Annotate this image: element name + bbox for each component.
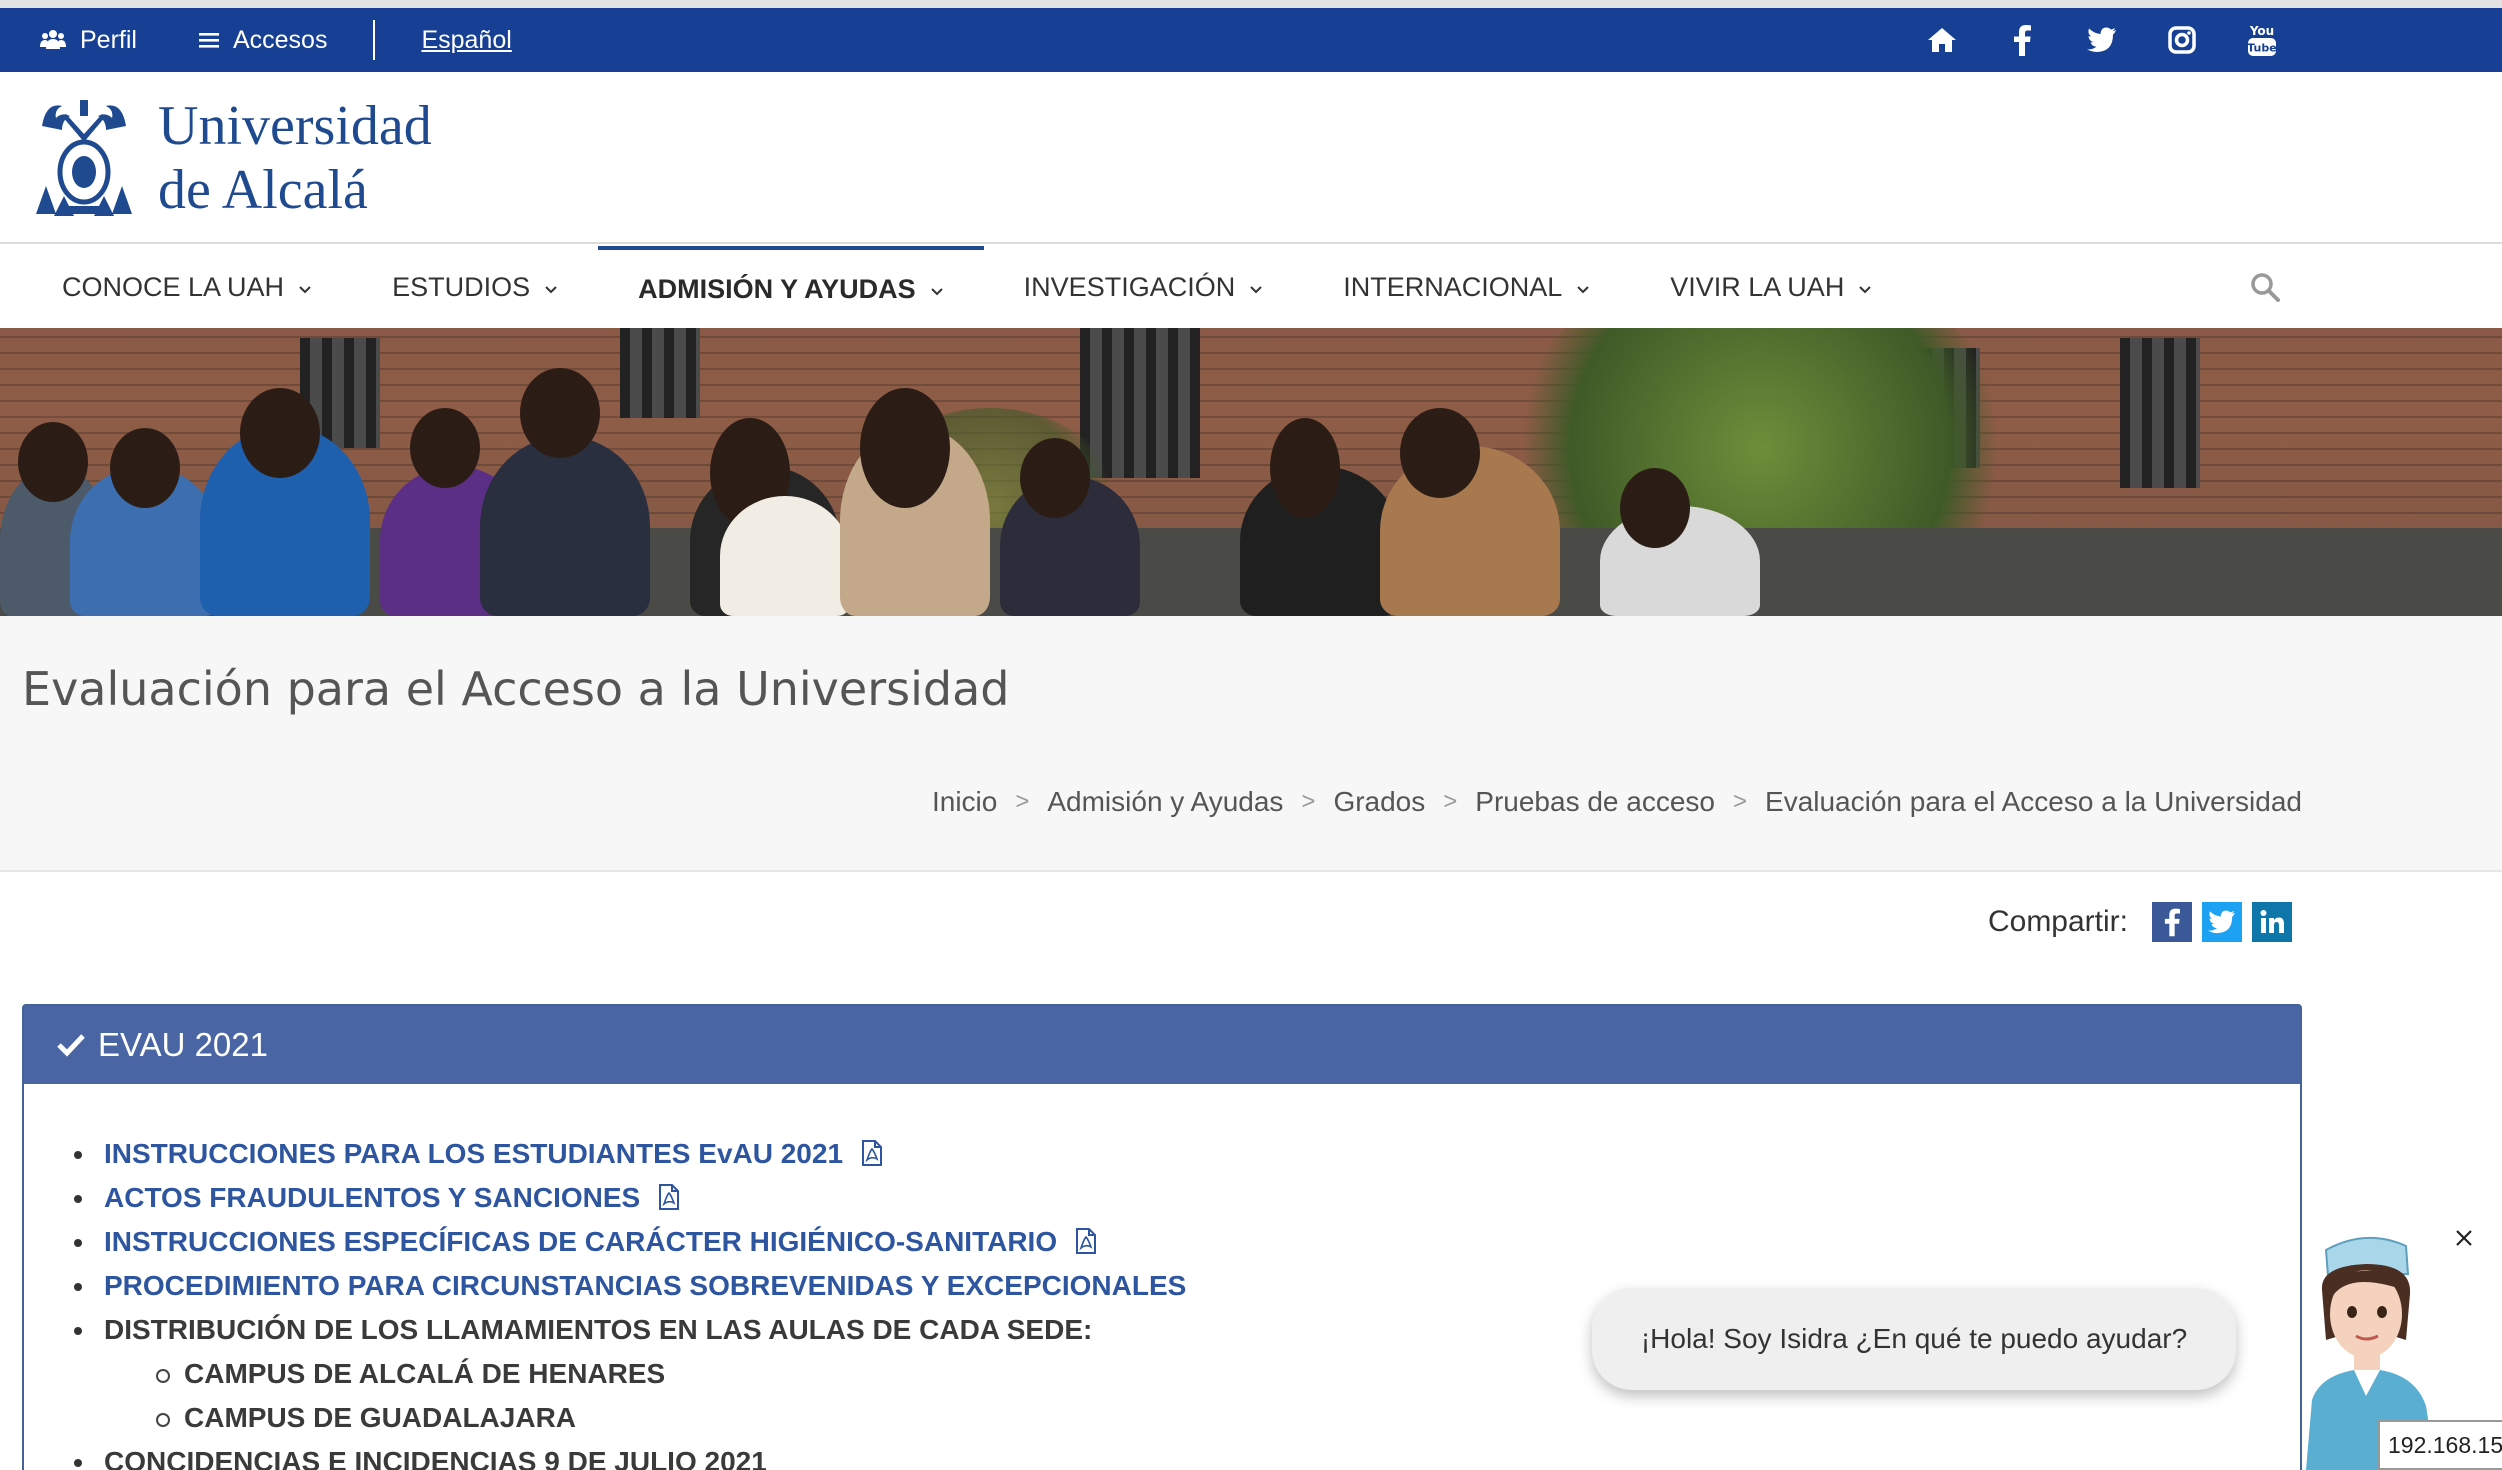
profile-label: Perfil — [80, 25, 137, 54]
nav-item-admision[interactable]: ADMISIÓN Y AYUDAS — [598, 246, 984, 328]
link-label: PROCEDIMIENTO PARA CIRCUNSTANCIAS SOBREV… — [104, 1270, 1187, 1301]
link-label: ACTOS FRAUDULENTOS Y SANCIONES — [104, 1182, 641, 1213]
browser-top-edge — [0, 0, 2502, 8]
nav-item-internacional[interactable]: INTERNACIONAL — [1303, 246, 1630, 328]
breadcrumb: Inicio > Admisión y Ayudas > Grados > Pr… — [932, 786, 2302, 818]
instagram-icon[interactable] — [2142, 8, 2222, 72]
close-icon — [2456, 1230, 2472, 1246]
profile-link[interactable]: Perfil — [40, 26, 137, 55]
access-menu[interactable]: Accesos — [198, 25, 328, 55]
nav-label: CONOCE LA UAH — [62, 271, 285, 302]
svg-text:You: You — [2249, 24, 2274, 38]
breadcrumb-separator: > — [1443, 788, 1458, 815]
top-utility-bar: Perfil Accesos Español You Tube — [0, 8, 2502, 72]
breadcrumb-item-grados[interactable]: Grados — [1333, 786, 1425, 818]
nav-item-estudios[interactable]: ESTUDIOS — [352, 246, 598, 328]
main-navigation: CONOCE LA UAH ESTUDIOS ADMISIÓN Y AYUDAS… — [0, 246, 2502, 328]
link-label: INSTRUCCIONES ESPECÍFICAS DE CARÁCTER HI… — [104, 1226, 1058, 1257]
nav-label: ADMISIÓN Y AYUDAS — [638, 273, 916, 304]
hero-banner-image — [0, 328, 2502, 616]
site-header: Universidad de Alcalá — [0, 72, 2502, 244]
nav-label: VIVIR LA UAH — [1670, 271, 1845, 302]
nav-label: ESTUDIOS — [392, 271, 531, 302]
pdf-icon — [861, 1139, 882, 1166]
twitter-icon[interactable] — [2062, 8, 2142, 72]
list-label: DISTRIBUCIÓN DE LOS LLAMAMIENTOS EN LAS … — [104, 1314, 1093, 1345]
twitter-icon — [2208, 910, 2235, 934]
page-title-section: Evaluación para el Acceso a la Universid… — [0, 616, 2502, 872]
link-label: INSTRUCCIONES PARA LOS ESTUDIANTES EvAU … — [104, 1138, 844, 1169]
pdf-icon — [1075, 1227, 1096, 1254]
chevron-down-icon — [930, 288, 943, 296]
page-title: Evaluación para el Acceso a la Universid… — [22, 662, 1010, 716]
chevron-down-icon — [545, 286, 557, 294]
share-bar: Compartir: — [1988, 902, 2292, 942]
list-item[interactable]: ACTOS FRAUDULENTOS Y SANCIONES — [74, 1176, 2300, 1220]
search-button[interactable] — [2250, 272, 2280, 307]
language-link[interactable]: Español — [421, 26, 511, 55]
nav-item-conoce[interactable]: CONOCE LA UAH — [22, 246, 352, 328]
sub-list-item[interactable]: CAMPUS DE GUADALAJARA — [156, 1396, 2300, 1440]
svg-text:Tube: Tube — [2247, 42, 2276, 55]
menu-icon — [198, 33, 219, 48]
access-label: Accesos — [232, 25, 328, 54]
share-linkedin-button[interactable] — [2252, 902, 2292, 942]
pdf-icon — [659, 1183, 680, 1210]
evau-panel: EVAU 2021 INSTRUCCIONES PARA LOS ESTUDIA… — [22, 1004, 2302, 1470]
nav-label: INTERNACIONAL — [1343, 271, 1563, 302]
panel-title: EVAU 2021 — [98, 1026, 268, 1063]
topbar-divider — [373, 20, 376, 60]
evau-panel-header[interactable]: EVAU 2021 — [24, 1006, 2300, 1084]
breadcrumb-item-inicio[interactable]: Inicio — [932, 786, 997, 818]
breadcrumb-item-pruebas[interactable]: Pruebas de acceso — [1475, 786, 1715, 818]
facebook-icon[interactable] — [1982, 8, 2062, 72]
ip-address-status: 192.168.15 — [2378, 1420, 2502, 1470]
chat-close-button[interactable] — [2452, 1226, 2476, 1255]
users-icon — [40, 30, 66, 49]
list-item[interactable]: INSTRUCCIONES PARA LOS ESTUDIANTES EvAU … — [74, 1132, 2300, 1176]
nav-label: INVESTIGACIÓN — [1023, 271, 1236, 302]
chevron-down-icon — [1577, 286, 1589, 294]
list-item[interactable]: INSTRUCCIONES ESPECÍFICAS DE CARÁCTER HI… — [74, 1220, 2300, 1264]
breadcrumb-separator: > — [1733, 788, 1748, 815]
check-icon — [57, 1034, 85, 1057]
chat-greeting: ¡Hola! Soy Isidra ¿En qué te puedo ayuda… — [1640, 1323, 2188, 1354]
university-crest-icon — [36, 100, 132, 216]
sub-label: CAMPUS DE GUADALAJARA — [184, 1402, 577, 1433]
home-icon[interactable] — [1902, 8, 1982, 72]
search-icon — [2251, 273, 2280, 302]
university-logo[interactable]: Universidad de Alcalá — [32, 94, 432, 222]
list-label: CONCIDENCIAS E INCIDENCIAS 9 DE JULIO 20… — [104, 1446, 767, 1470]
breadcrumb-item-current: Evaluación para el Acceso a la Universid… — [1765, 786, 2302, 817]
breadcrumb-item-admision[interactable]: Admisión y Ayudas — [1047, 786, 1283, 818]
linkedin-icon — [2260, 910, 2284, 933]
chevron-down-icon — [1859, 286, 1872, 294]
breadcrumb-separator: > — [1015, 788, 1030, 815]
nav-item-vivir[interactable]: VIVIR LA UAH — [1630, 246, 1912, 328]
chat-greeting-bubble[interactable]: ¡Hola! Soy Isidra ¿En qué te puedo ayuda… — [1592, 1288, 2236, 1390]
share-label: Compartir: — [1987, 905, 2128, 938]
breadcrumb-separator: > — [1301, 788, 1316, 815]
share-twitter-button[interactable] — [2202, 902, 2242, 942]
nav-item-investigacion[interactable]: INVESTIGACIÓN — [984, 246, 1304, 328]
facebook-icon — [2164, 908, 2180, 937]
logo-line-1: Universidad — [158, 95, 432, 157]
sub-label: CAMPUS DE ALCALÁ DE HENARES — [184, 1358, 666, 1389]
share-facebook-button[interactable] — [2152, 902, 2192, 942]
list-item[interactable]: CONCIDENCIAS E INCIDENCIAS 9 DE JULIO 20… — [74, 1440, 2300, 1470]
logo-line-2: de Alcalá — [158, 159, 368, 221]
chevron-down-icon — [299, 286, 311, 294]
chevron-down-icon — [1250, 286, 1262, 294]
youtube-icon[interactable]: You Tube — [2222, 8, 2302, 72]
